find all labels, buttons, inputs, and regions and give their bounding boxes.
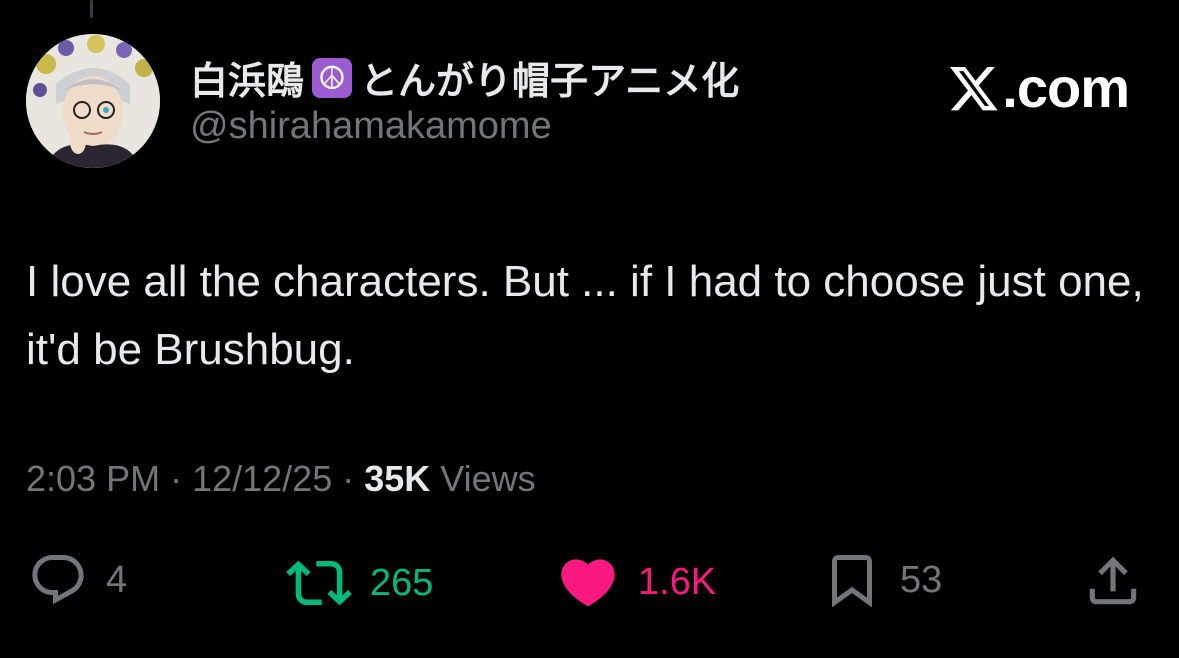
meta-separator-2: ·	[332, 458, 365, 499]
brand-label: .com	[1002, 56, 1130, 119]
display-name-text: 白浜鴎	[190, 59, 305, 103]
meta-separator: ·	[160, 458, 193, 499]
brand-watermark: .com	[948, 55, 1130, 120]
tweet-text: I love all the characters. But ... if I …	[26, 257, 1144, 374]
retweet-icon	[286, 560, 352, 606]
display-name-suffix: とんがり帽子アニメ化	[360, 59, 740, 103]
share-icon	[1089, 556, 1137, 605]
avatar-illustration	[26, 34, 160, 168]
reply-icon	[32, 555, 84, 605]
bookmark-count: 53	[900, 558, 943, 601]
tweet-date[interactable]: 12/12/25	[192, 458, 332, 499]
avatar[interactable]	[26, 34, 160, 168]
retweet-button[interactable]: 265	[286, 550, 433, 616]
share-button[interactable]	[1082, 550, 1144, 612]
reply-button[interactable]: 4	[28, 550, 127, 610]
action-bar: 4 265 1.6K 53	[0, 550, 1179, 620]
heart-icon	[561, 559, 615, 607]
like-button[interactable]: 1.6K	[556, 550, 716, 614]
tweet-meta: 2:03 PM · 12/12/25 · 35K Views	[26, 458, 536, 500]
reply-count: 4	[106, 558, 128, 601]
views-label: Views	[430, 458, 536, 499]
retweet-count: 265	[370, 561, 434, 604]
bookmark-button[interactable]: 53	[822, 550, 942, 610]
bookmark-icon	[832, 555, 872, 608]
tweet-time[interactable]: 2:03 PM	[26, 458, 160, 499]
x-logo-icon	[950, 66, 998, 110]
display-name[interactable]: 白浜鴎 ☮ とんがり帽子アニメ化	[190, 50, 739, 105]
views-count: 35K	[364, 458, 431, 499]
user-handle[interactable]: @shirahamakamome	[190, 105, 552, 148]
peace-emoji-icon: ☮	[312, 57, 353, 98]
like-count: 1.6K	[638, 560, 717, 603]
thread-line	[90, 0, 93, 18]
